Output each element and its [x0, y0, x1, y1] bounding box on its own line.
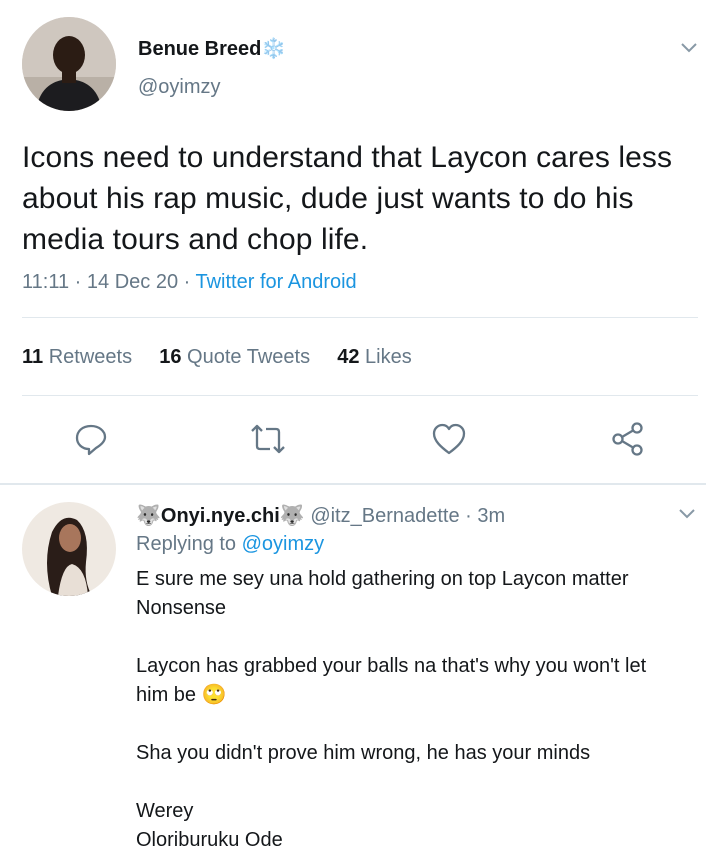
share-icon[interactable]: [610, 421, 646, 457]
tweet-date: 14 Dec 20: [86, 271, 179, 293]
tweet-source-link[interactable]: Twitter for Android: [196, 271, 357, 293]
reply-icon[interactable]: [74, 422, 108, 456]
tweet-meta: 11:11 · 14 Dec 20 · Twitter for Android: [22, 271, 357, 294]
quotes-stat[interactable]: 16 Quote Tweets: [159, 346, 310, 368]
reply-author-avatar[interactable]: [22, 502, 116, 596]
reply-line: Werey: [136, 800, 194, 822]
quotes-label: Quote Tweets: [187, 346, 311, 368]
tweet-stats: 11 Retweets 16 Quote Tweets 42 Likes: [22, 346, 412, 369]
divider: [22, 317, 698, 318]
replying-to-link[interactable]: @oyimzy: [242, 533, 325, 555]
reply-text: E sure me sey una hold gathering on top …: [136, 565, 696, 855]
meta-separator: ·: [74, 271, 82, 293]
retweets-stat[interactable]: 11 Retweets: [22, 346, 132, 368]
retweets-label: Retweets: [48, 346, 133, 368]
snowflake-icon: ❄️: [261, 38, 287, 60]
replying-to: Replying to @oyimzy: [136, 533, 324, 556]
author-name-text: Benue Breed: [138, 38, 262, 60]
author-name[interactable]: Benue Breed❄️: [138, 36, 286, 61]
reply-time: 3m: [477, 505, 506, 527]
divider: [22, 395, 698, 396]
quotes-count: 16: [159, 346, 182, 368]
meta-separator: ·: [465, 505, 472, 527]
replying-label: Replying to: [136, 533, 237, 555]
reply-line: E sure me sey una hold gathering on top …: [136, 568, 629, 590]
tweet-time: 11:11: [22, 271, 70, 293]
wolf-icon: 🐺: [136, 505, 161, 527]
divider: [0, 483, 706, 485]
likes-stat[interactable]: 42 Likes: [337, 346, 412, 368]
reply-header: 🐺Onyi.nye.chi🐺 @itz_Bernadette · 3m: [136, 503, 505, 528]
retweet-icon[interactable]: [248, 422, 288, 456]
reply-line: Oloriburuku Ode: [136, 829, 283, 851]
reply-line: Laycon has grabbed your balls na that's …: [136, 655, 647, 677]
eye-roll-emoji-icon: 🙄: [201, 684, 227, 706]
like-icon[interactable]: [431, 422, 467, 456]
meta-separator: ·: [183, 271, 191, 293]
wolf-icon: 🐺: [279, 505, 305, 527]
reply-author-handle[interactable]: @itz_Bernadette: [310, 505, 459, 527]
reply-line: him be: [136, 684, 197, 706]
reply-line: Nonsense: [136, 597, 227, 619]
likes-label: Likes: [365, 346, 412, 368]
author-avatar[interactable]: [22, 17, 116, 111]
reply-line: Sha you didn't prove him wrong, he has y…: [136, 742, 591, 764]
chevron-down-icon[interactable]: [676, 502, 698, 524]
tweet-text: Icons need to understand that Laycon car…: [22, 141, 673, 256]
chevron-down-icon[interactable]: [678, 36, 700, 58]
likes-count: 42: [337, 346, 360, 368]
reply-author-name[interactable]: Onyi.nye.chi: [161, 505, 280, 527]
retweets-count: 11: [22, 346, 44, 368]
author-handle[interactable]: @oyimzy: [138, 76, 221, 99]
